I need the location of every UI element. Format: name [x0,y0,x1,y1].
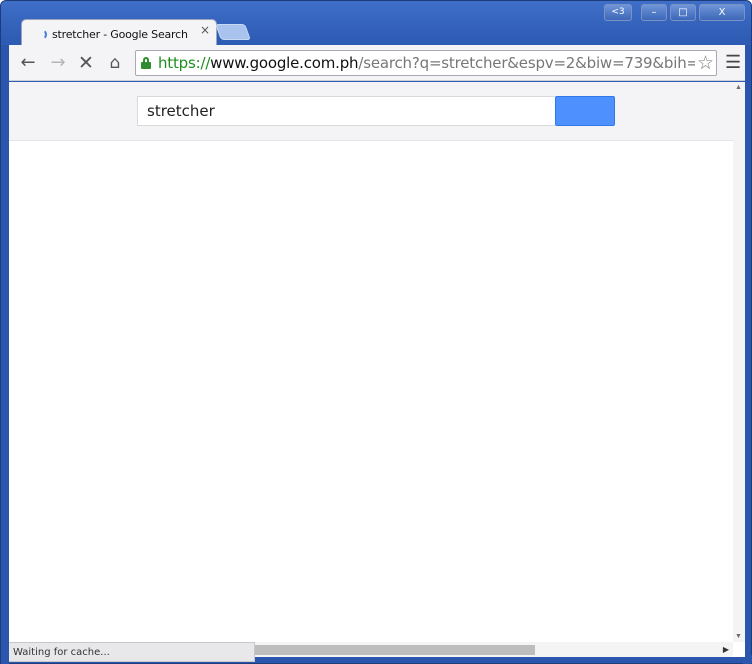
lock-icon[interactable] [141,57,151,69]
browser-window: stretcher - Google Search × <3 – □ X ← →… [0,0,752,664]
tab-title: stretcher - Google Search [52,27,188,41]
search-input[interactable]: stretcher [137,96,555,126]
page-viewport: stretcher ▲ ▼ ▶ Waiting for cache... [9,82,745,662]
title-bar: stretcher - Google Search × <3 – □ X [1,1,751,45]
scroll-right-icon[interactable]: ▶ [723,645,729,654]
vertical-scrollbar[interactable]: ▲ ▼ [733,82,745,642]
tab-close-icon[interactable]: × [200,23,210,37]
status-bubble: Waiting for cache... [9,642,255,662]
scroll-up-icon[interactable]: ▲ [735,84,742,91]
frame-left [1,45,9,664]
new-tab-button[interactable] [215,24,251,40]
window-controls: <3 – □ X [604,4,745,21]
search-button[interactable] [555,96,615,126]
url-scheme: https:// [158,54,211,72]
stop-icon[interactable]: ✕ [75,52,97,74]
url-host: www.google.com.ph [210,54,359,72]
back-icon[interactable]: ← [17,52,39,74]
url-text: https://www.google.com.ph/search?q=stret… [158,54,708,72]
minimize-button[interactable]: – [641,4,667,21]
user-profile-button[interactable]: <3 [604,4,632,21]
maximize-button[interactable]: □ [670,4,696,21]
home-icon[interactable]: ⌂ [104,52,126,74]
scrollbar-thumb[interactable] [249,645,535,655]
forward-icon[interactable]: → [47,52,69,74]
page-body [9,142,733,642]
address-bar[interactable]: https://www.google.com.ph/search?q=stret… [135,50,717,76]
tab-active[interactable]: stretcher - Google Search × [21,19,217,45]
star-icon[interactable]: ☆ [694,52,714,75]
search-header: stretcher [9,82,733,141]
browser-toolbar: ← → ✕ ⌂ https://www.google.com.ph/search… [9,45,745,81]
spinner-icon [36,28,47,40]
url-path: /search?q=stretcher&espv=2&biw=739&bih=5 [358,54,709,72]
menu-icon[interactable]: ☰ [725,51,741,73]
scroll-down-icon[interactable]: ▼ [735,633,742,640]
close-window-button[interactable]: X [699,4,745,21]
